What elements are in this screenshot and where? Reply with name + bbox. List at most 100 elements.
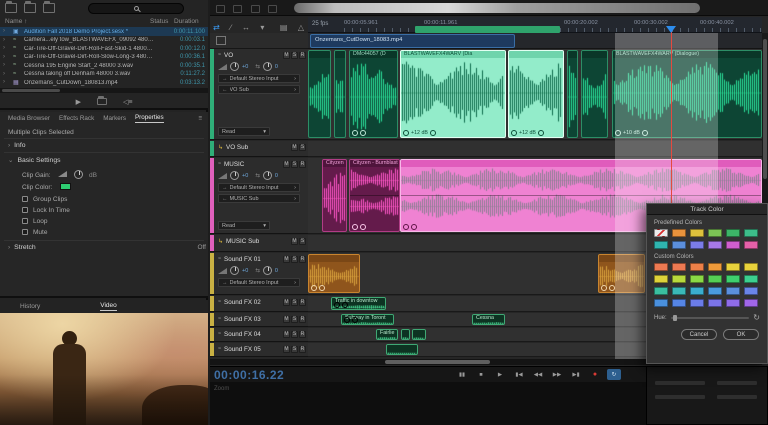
- custom-swatch-21[interactable]: [690, 299, 704, 307]
- auto-play-folder-icon[interactable]: [97, 98, 107, 105]
- custom-swatch-23[interactable]: [726, 299, 740, 307]
- marker-tool-icon[interactable]: ▾: [260, 23, 264, 32]
- custom-swatch-14[interactable]: [672, 287, 686, 295]
- custom-swatch-16[interactable]: [708, 287, 722, 295]
- keyframe-dot-icon[interactable]: [319, 285, 325, 291]
- gain-ramp-icon[interactable]: [58, 171, 67, 177]
- disclosure-icon[interactable]: ›: [3, 28, 5, 34]
- toolbar-icon-3[interactable]: [251, 5, 260, 13]
- video-clip[interactable]: Onzemans_CutDown_18083.mp4: [310, 34, 515, 48]
- track-name[interactable]: VO: [224, 52, 281, 59]
- move-previous-button[interactable]: ▮◀: [512, 369, 526, 380]
- file-row[interactable]: ›≈Car-Tire-Off-Gravel-Dirt-Roll-Fast-Ski…: [0, 44, 208, 53]
- arm-button[interactable]: R: [299, 299, 306, 306]
- solo-button[interactable]: S: [291, 161, 298, 168]
- mute-button[interactable]: M: [283, 161, 290, 168]
- clip-color-swatch[interactable]: [60, 183, 71, 190]
- audio-clip[interactable]: [386, 344, 418, 355]
- audio-clip[interactable]: Subway in Toront: [341, 314, 394, 325]
- custom-swatch-24[interactable]: [744, 299, 758, 307]
- rewind-button[interactable]: ◀◀: [531, 369, 545, 380]
- video-track-icon[interactable]: [216, 36, 226, 45]
- arm-button[interactable]: R: [299, 331, 306, 338]
- checkbox-loop[interactable]: Loop: [22, 218, 230, 225]
- dialog-title[interactable]: Track Color: [647, 204, 767, 215]
- solo-button[interactable]: S: [291, 256, 298, 263]
- mixer-icon[interactable]: ▤: [280, 23, 288, 32]
- solo-button[interactable]: S: [291, 331, 298, 338]
- track-color-strip[interactable]: [210, 313, 214, 326]
- play-button[interactable]: ▶: [493, 369, 507, 380]
- audio-clip[interactable]: Traffic in downtow: [331, 297, 386, 310]
- move-next-button[interactable]: ▶▮: [569, 369, 583, 380]
- volume-knob[interactable]: [230, 171, 239, 180]
- audio-clip[interactable]: Cityzen - Burnblast - 48auto (Music): [349, 159, 400, 232]
- track-name[interactable]: Sound FX 02: [224, 299, 281, 306]
- tab-properties[interactable]: Properties: [135, 114, 164, 123]
- track-input-select[interactable]: →Default Stereo Input›: [218, 183, 300, 192]
- record-button[interactable]: ●: [588, 369, 602, 380]
- keyframe-dot-icon[interactable]: [360, 224, 366, 230]
- column-header-status[interactable]: Status: [150, 18, 168, 25]
- mute-button[interactable]: M: [283, 52, 290, 59]
- metronome-icon[interactable]: △: [298, 23, 304, 32]
- arm-button[interactable]: R: [299, 316, 306, 323]
- keyframe-dot-icon[interactable]: [403, 130, 409, 136]
- track-name[interactable]: Sound FX 04: [224, 331, 281, 338]
- audio-clip[interactable]: Cityzen: [322, 159, 347, 232]
- column-header-name[interactable]: Name ↑: [5, 18, 27, 25]
- file-row[interactable]: ›▦Onzemans_CutDown_180813.mp40:03:13.2: [0, 78, 208, 87]
- files-scrollbar[interactable]: [0, 88, 208, 93]
- track-color-strip[interactable]: [210, 328, 214, 341]
- custom-swatch-15[interactable]: [690, 287, 704, 295]
- predefined-swatch-2[interactable]: [672, 229, 686, 237]
- disclosure-icon[interactable]: ›: [3, 71, 5, 77]
- track-input-select[interactable]: →Default Stereo Input›: [218, 74, 300, 83]
- toolbar-icon-2[interactable]: [233, 5, 242, 13]
- disclosure-icon[interactable]: ›: [3, 62, 5, 68]
- audio-clip[interactable]: [308, 50, 331, 138]
- custom-swatch-18[interactable]: [744, 287, 758, 295]
- stop-button[interactable]: ■: [474, 369, 488, 380]
- mute-button[interactable]: M: [283, 346, 290, 353]
- predefined-swatch-7[interactable]: [654, 241, 668, 249]
- custom-swatch-11[interactable]: [726, 275, 740, 283]
- panel-menu-icon[interactable]: ≡: [198, 115, 202, 122]
- preview-play-icon[interactable]: ▶: [76, 98, 81, 106]
- audio-clip[interactable]: [401, 329, 410, 340]
- predefined-swatch-12[interactable]: [744, 241, 758, 249]
- checkbox-mute[interactable]: Mute: [22, 229, 230, 236]
- solo-button[interactable]: S: [291, 346, 298, 353]
- mute-button[interactable]: M: [283, 299, 290, 306]
- track-color-strip[interactable]: [210, 253, 214, 294]
- import-file-icon[interactable]: [24, 3, 36, 13]
- custom-swatch-2[interactable]: [672, 263, 686, 271]
- audio-clip[interactable]: DMc44057 (D: [349, 50, 398, 138]
- file-row[interactable]: ›≈Camera...ely tow_BLASTWAVEFX_09092 480…: [0, 36, 208, 45]
- keyframe-dot-icon[interactable]: [334, 302, 340, 308]
- disclosure-icon[interactable]: ›: [3, 37, 5, 43]
- mute-button[interactable]: M: [283, 316, 290, 323]
- range-marker-bar[interactable]: [415, 26, 560, 33]
- solo-button[interactable]: S: [291, 52, 298, 59]
- audio-clip[interactable]: [334, 50, 346, 138]
- media-browser-icon[interactable]: [43, 3, 55, 13]
- custom-swatch-9[interactable]: [690, 275, 704, 283]
- file-row[interactable]: ›≈Cessna 195 Engine Start_2 48000 3.wav0…: [0, 61, 208, 70]
- disclosure-icon[interactable]: ›: [3, 79, 5, 85]
- arm-button[interactable]: R: [299, 161, 306, 168]
- custom-swatch-1[interactable]: [654, 263, 668, 271]
- predefined-swatch-9[interactable]: [690, 241, 704, 249]
- tab-video[interactable]: Video: [100, 302, 117, 311]
- predefined-swatch-6[interactable]: [744, 229, 758, 237]
- clip-gain-knob[interactable]: [74, 170, 83, 179]
- custom-swatch-10[interactable]: [708, 275, 722, 283]
- audio-clip[interactable]: BLASTWAVEFX4WARV (Dia+12 dB: [400, 50, 506, 138]
- track-color-strip[interactable]: [210, 235, 214, 251]
- file-row[interactable]: ›≈Car-Tire-Off-Gravel-Dirt-Roll-Slow-Lon…: [0, 53, 208, 62]
- custom-swatch-20[interactable]: [672, 299, 686, 307]
- disclosure-icon[interactable]: ›: [3, 45, 5, 51]
- toolbar-icon-1[interactable]: [216, 5, 225, 13]
- audio-clip[interactable]: [308, 254, 360, 293]
- automation-mode-select[interactable]: Read▾: [218, 127, 270, 136]
